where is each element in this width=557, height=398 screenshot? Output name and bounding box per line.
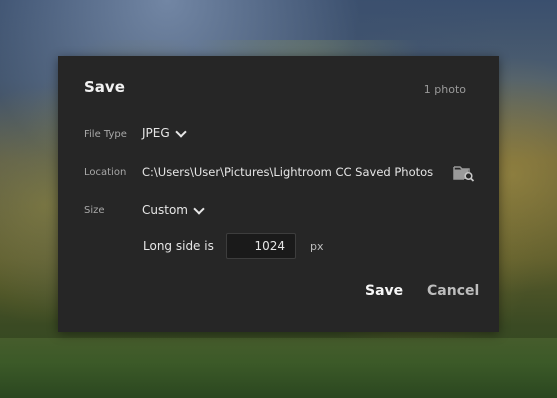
chevron-down-icon: [174, 125, 187, 138]
long-side-unit: px: [310, 240, 324, 253]
long-side-label: Long side is: [143, 239, 214, 253]
long-side-input[interactable]: 1024: [226, 233, 296, 259]
background-grass: [0, 338, 557, 398]
location-label: Location: [84, 167, 127, 178]
save-dialog: Save 1 photo File Type JPEG Location C:\…: [58, 56, 499, 332]
size-label: Size: [84, 205, 105, 216]
size-value: Custom: [142, 203, 188, 217]
cancel-button[interactable]: Cancel: [427, 283, 479, 299]
dialog-title: Save: [84, 78, 125, 96]
save-button[interactable]: Save: [365, 283, 403, 299]
chevron-down-icon: [193, 202, 205, 215]
location-path: C:\Users\User\Pictures\Lightroom CC Save…: [142, 165, 434, 179]
file-type-label: File Type: [84, 129, 127, 140]
folder-search-icon[interactable]: [453, 164, 475, 182]
file-type-value: JPEG: [142, 126, 170, 140]
file-type-dropdown[interactable]: JPEG: [142, 125, 187, 140]
photo-count: 1 photo: [423, 83, 466, 96]
size-dropdown[interactable]: Custom: [142, 202, 205, 217]
